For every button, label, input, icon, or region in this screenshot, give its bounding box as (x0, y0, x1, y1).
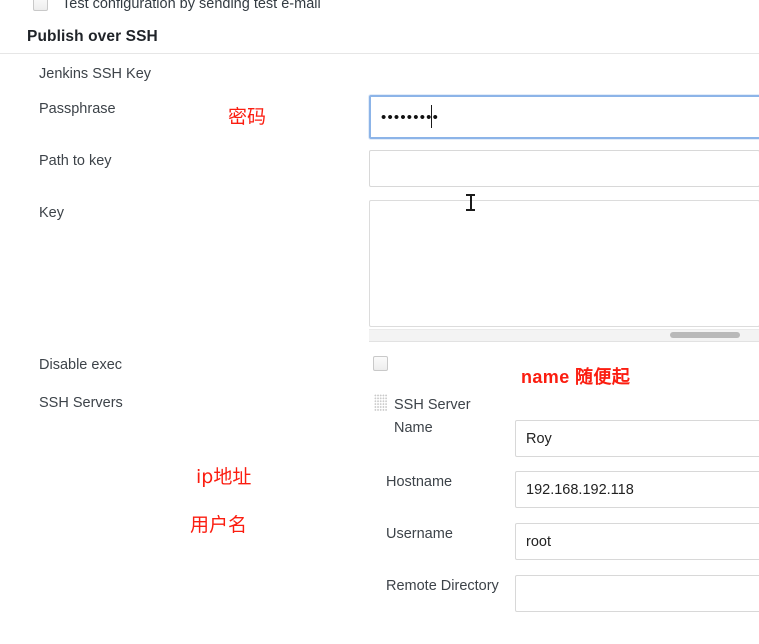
ssh-server-name-input[interactable] (515, 420, 759, 457)
disable-exec-label: Disable exec (39, 357, 123, 373)
password-annotation: 密码 (228, 106, 267, 128)
username-annotation: 用户名 (190, 514, 248, 536)
drag-handle-dots-icon[interactable] (374, 394, 387, 411)
key-textarea[interactable] (369, 200, 759, 327)
key-horizontal-scrollbar[interactable] (369, 329, 759, 342)
page-title: Publish over SSH (27, 28, 158, 45)
username-input[interactable] (515, 523, 759, 560)
passphrase-label: Passphrase (39, 101, 116, 117)
test-configuration-row: Test configuration by sending test e-mai… (0, 0, 759, 20)
checkbox-unchecked-icon[interactable] (33, 0, 48, 11)
path-to-key-label: Path to key (39, 153, 112, 169)
ip-annotation: ip地址 (196, 466, 252, 488)
path-to-key-input[interactable] (369, 150, 759, 187)
hostname-input[interactable] (515, 471, 759, 508)
username-label: Username (386, 526, 453, 542)
test-configuration-label: Test configuration by sending test e-mai… (62, 0, 321, 12)
section-divider (0, 53, 759, 54)
remote-directory-input[interactable] (515, 575, 759, 612)
name-annotation: name 随便起 (521, 367, 631, 387)
text-caret (431, 105, 432, 128)
key-label: Key (39, 205, 64, 221)
text-ibeam-cursor (466, 193, 475, 212)
hostname-label: Hostname (386, 474, 453, 490)
jenkins-ssh-key-label: Jenkins SSH Key (39, 66, 152, 82)
disable-exec-checkbox-unchecked-icon[interactable] (373, 356, 388, 371)
remote-directory-label: Remote Directory (386, 578, 499, 594)
scrollbar-thumb[interactable] (670, 332, 740, 338)
ssh-servers-label: SSH Servers (39, 395, 123, 411)
ssh-server-name-label: SSH Server Name (394, 397, 471, 436)
